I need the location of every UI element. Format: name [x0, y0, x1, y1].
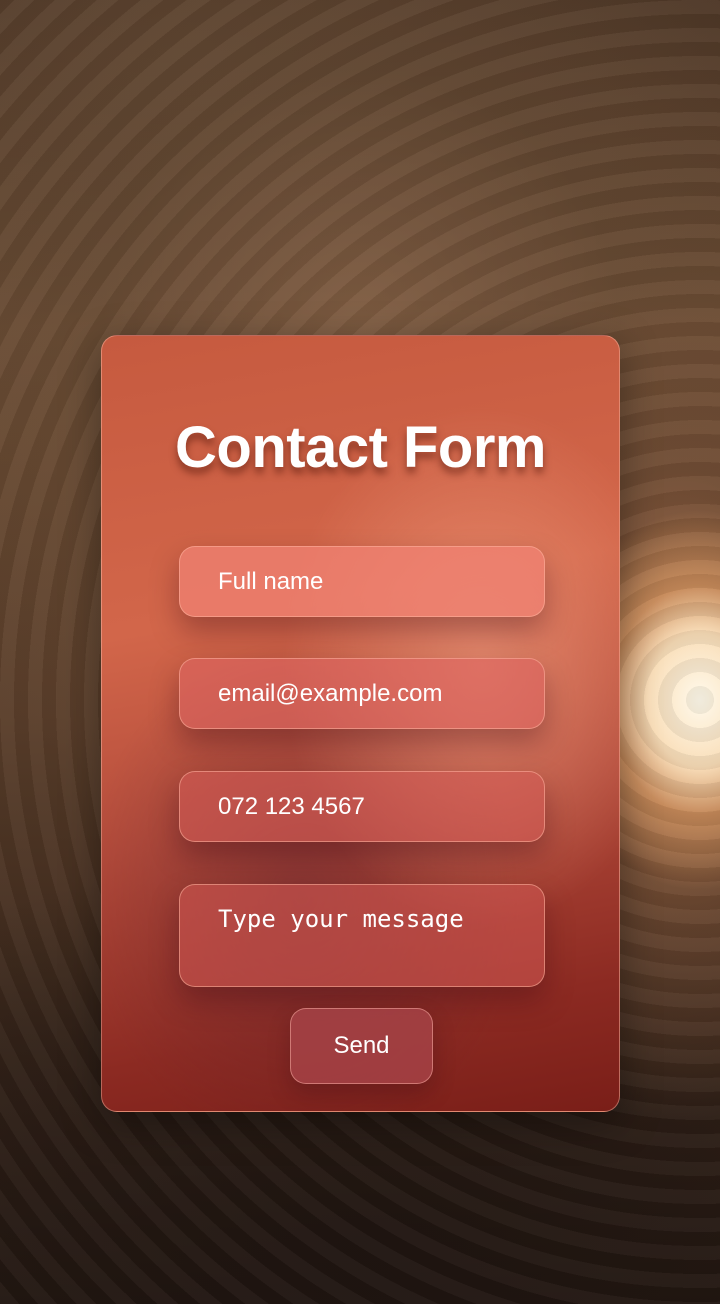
form-title: Contact Form — [175, 415, 547, 480]
send-button[interactable]: Send — [290, 1008, 433, 1084]
message-textarea[interactable] — [179, 884, 545, 987]
phone-input[interactable] — [179, 771, 545, 842]
full-name-input[interactable] — [179, 546, 545, 617]
contact-form-card: Contact Form Send — [101, 335, 620, 1112]
email-input[interactable] — [179, 658, 545, 729]
